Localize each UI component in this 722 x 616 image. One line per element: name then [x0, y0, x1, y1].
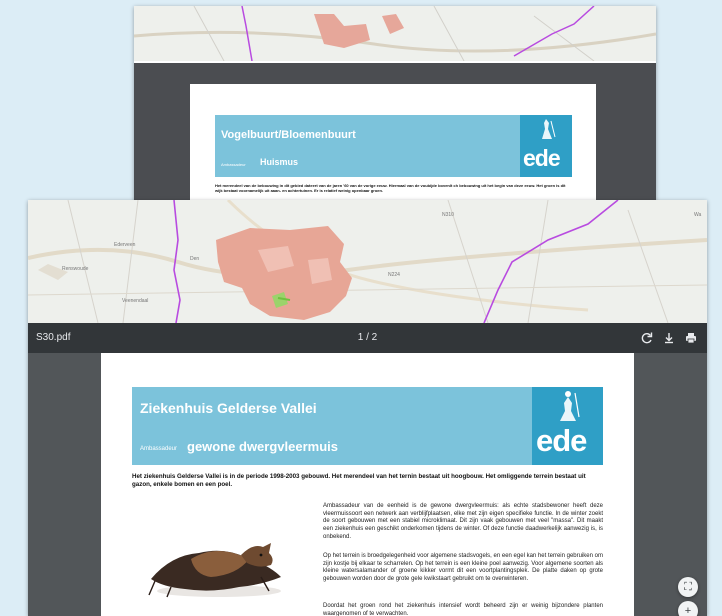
- bat-image: [141, 503, 291, 603]
- back-pdf-window: Vogelbuurt/Bloemenbuurt Ambassadeur Huis…: [134, 6, 656, 206]
- map-label-veenendaal: Veenendaal: [122, 298, 148, 304]
- fit-to-page-button[interactable]: ⛶: [678, 577, 698, 597]
- rotate-icon[interactable]: [638, 329, 656, 347]
- front-page-intro: Het ziekenhuis Gelderse Vallei is in de …: [132, 473, 586, 488]
- front-map[interactable]: Ederveen Renswoude Veenendaal Den N224 N…: [28, 200, 707, 323]
- map-label-renswoude: Renswoude: [62, 266, 89, 272]
- back-ambassador-species: Huismus: [260, 157, 299, 167]
- fit-to-page-icon: ⛶: [684, 581, 692, 593]
- back-saint-figure-icon: [542, 119, 556, 139]
- front-page-banner: Ziekenhuis Gelderse Vallei Ambassadeur g…: [132, 387, 603, 465]
- body-paragraph-3: Doordat het groen rond het ziekenhuis in…: [323, 603, 603, 616]
- back-ambassador-label: Ambassadeur: [221, 162, 246, 167]
- zoom-in-button[interactable]: +: [678, 601, 698, 616]
- front-logo-text: ede: [536, 423, 587, 458]
- back-map: [134, 6, 656, 61]
- print-icon[interactable]: [682, 329, 700, 347]
- back-map-divider: [134, 61, 656, 63]
- front-pdf-page: Ziekenhuis Gelderse Vallei Ambassadeur g…: [101, 353, 634, 616]
- saint-figure-icon: [560, 391, 580, 421]
- map-label-den: Den: [190, 256, 199, 262]
- pdf-toolbar: S30.pdf 1 / 2: [28, 323, 707, 353]
- back-ede-logo: ede: [520, 115, 572, 177]
- front-page-title: Ziekenhuis Gelderse Vallei: [140, 400, 317, 416]
- pdf-page-indicator[interactable]: 1 / 2: [358, 332, 377, 343]
- back-pdf-page: Vogelbuurt/Bloemenbuurt Ambassadeur Huis…: [190, 84, 596, 206]
- back-page-intro: Het merendeel van de bebouwing in dit ge…: [215, 183, 566, 193]
- zoom-in-icon: +: [684, 605, 692, 616]
- download-icon[interactable]: [660, 329, 678, 347]
- body-paragraph-2: Op het terrein is broedgelegenheid voor …: [323, 553, 603, 583]
- back-page-title: Vogelbuurt/Bloemenbuurt: [221, 129, 356, 141]
- pdf-filename: S30.pdf: [36, 332, 71, 343]
- body-paragraph-1: Ambassadeur van de eenheid is de gewone …: [323, 503, 603, 540]
- map-label-wageningen: Wa: [694, 212, 702, 218]
- front-ede-logo: ede: [532, 387, 603, 465]
- front-ambassador-species: gewone dwergvleermuis: [187, 439, 338, 454]
- front-pdf-window: Ederveen Renswoude Veenendaal Den N224 N…: [28, 200, 707, 616]
- map-label-ederveen: Ederveen: [114, 242, 136, 248]
- map-label-n310: N310: [442, 212, 454, 218]
- front-ambassador-label: Ambassadeur: [140, 446, 178, 452]
- map-label-n224: N224: [388, 272, 400, 278]
- back-page-banner: Vogelbuurt/Bloemenbuurt Ambassadeur Huis…: [215, 115, 572, 177]
- back-logo-text: ede: [523, 145, 561, 171]
